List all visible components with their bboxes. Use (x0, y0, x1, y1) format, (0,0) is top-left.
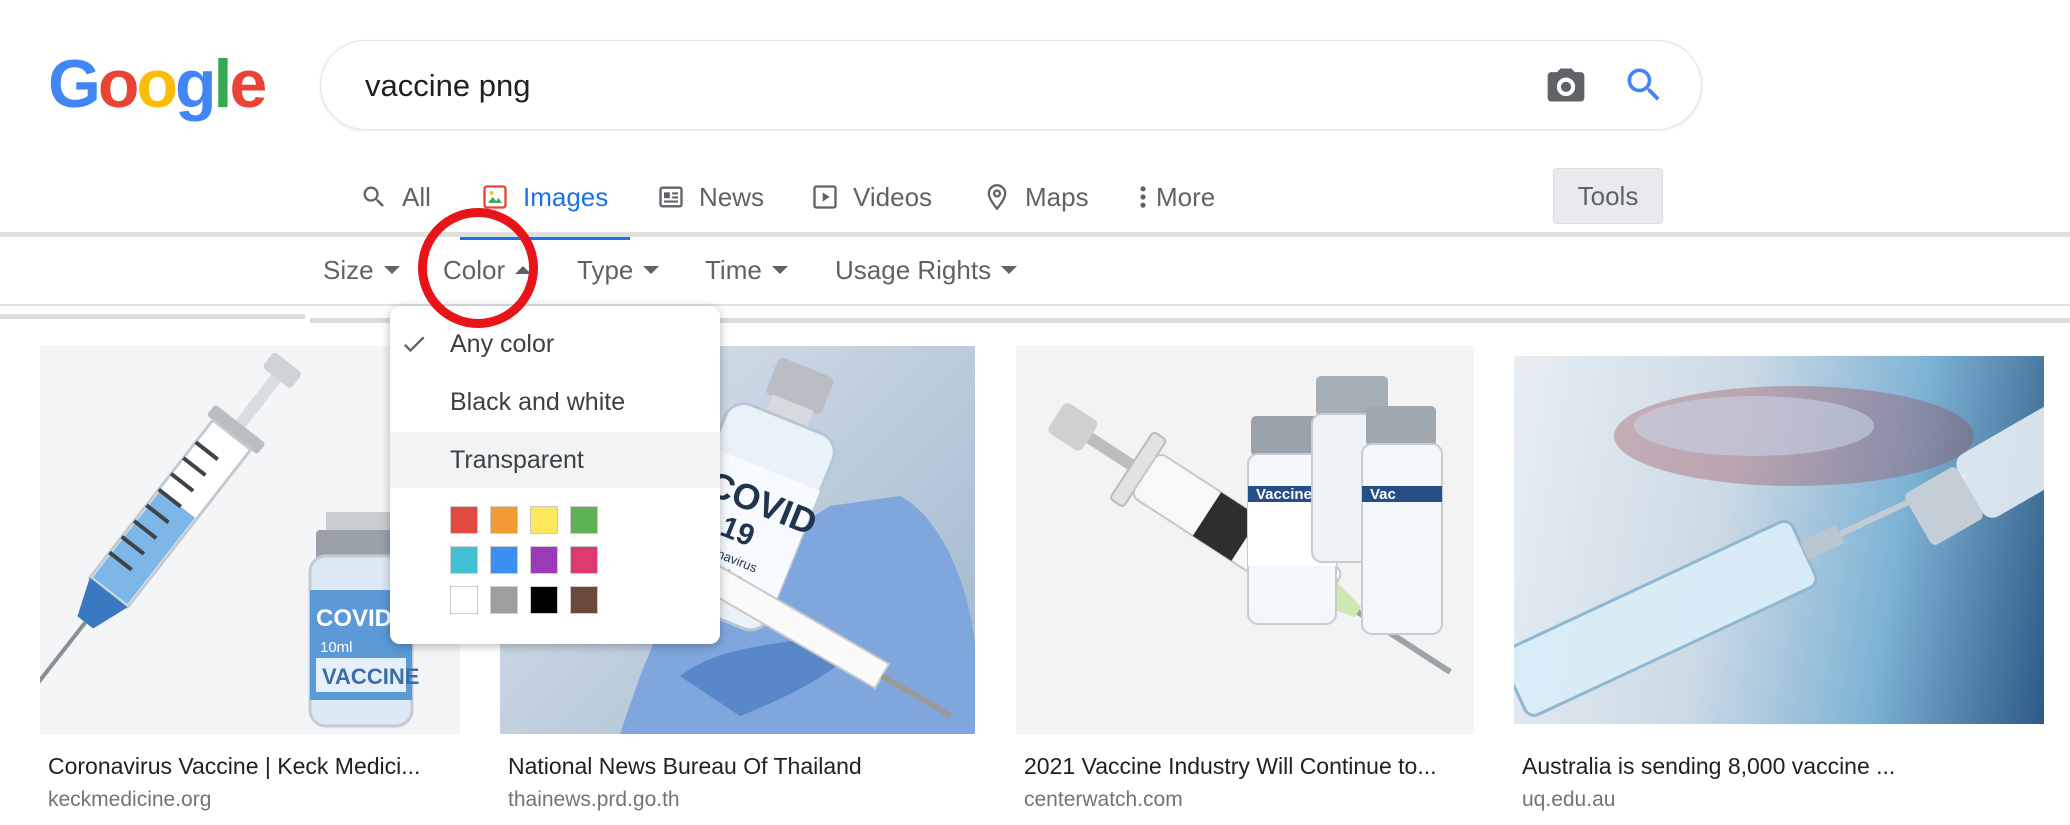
result-title[interactable]: National News Bureau Of Thailand (508, 753, 862, 780)
filter-usage-rights[interactable]: Usage Rights (835, 250, 1018, 290)
syringe-vials-photo: Vaccine Vac (1048, 376, 1452, 675)
option-label: Black and white (450, 387, 626, 416)
filter-label: Usage Rights (835, 254, 992, 285)
tab-label: News (699, 181, 765, 212)
result-source[interactable]: thainews.prd.go.th (508, 788, 680, 812)
logo-letter: G (48, 46, 101, 122)
tab-label: Maps (1025, 181, 1089, 212)
divider (720, 318, 2070, 323)
color-swatch[interactable] (570, 506, 598, 534)
color-dropdown-menu: Any color Black and white Transparent (390, 306, 720, 644)
result-title[interactable]: 2021 Vaccine Industry Will Continue to..… (1024, 753, 1437, 780)
tab-label: More (1156, 181, 1216, 212)
divider (0, 314, 305, 319)
tab-videos[interactable]: Videos (811, 175, 932, 219)
color-swatch[interactable] (530, 546, 558, 574)
tab-maps[interactable]: Maps (983, 175, 1089, 219)
color-swatch[interactable] (490, 546, 518, 574)
caret-down-icon (383, 266, 400, 274)
search-icon (363, 186, 384, 207)
color-swatch[interactable] (570, 586, 598, 614)
logo-letter: o (136, 46, 178, 122)
color-swatch[interactable] (570, 546, 598, 574)
map-pin-icon (987, 184, 1007, 211)
annotation-circle (418, 208, 538, 328)
divider (0, 232, 2070, 237)
logo-letter: o (97, 46, 140, 122)
search-icon[interactable] (1622, 63, 1666, 107)
color-option-any[interactable]: Any color (390, 316, 720, 372)
tab-news[interactable]: News (657, 175, 764, 219)
tab-label: Images (523, 181, 609, 212)
caret-down-icon (643, 266, 660, 274)
result-source[interactable]: uq.edu.au (1522, 788, 1615, 812)
filter-label: Type (577, 254, 634, 285)
filter-size[interactable]: Size (323, 250, 400, 290)
color-swatch[interactable] (450, 546, 478, 574)
logo-letter: e (229, 46, 267, 122)
vial-vaccine-label: VACCINE (322, 664, 419, 689)
color-swatch[interactable] (490, 586, 518, 614)
logo-letter: g (175, 46, 217, 122)
color-swatch[interactable] (450, 506, 478, 534)
vial-label-text-2: Vac (1370, 486, 1396, 503)
camera-icon[interactable] (1544, 63, 1588, 107)
play-icon (813, 185, 837, 209)
tab-label: All (402, 181, 431, 212)
filter-label: Size (323, 254, 374, 285)
filter-type[interactable]: Type (577, 250, 660, 290)
option-label: Any color (450, 329, 555, 358)
image-icon (483, 185, 507, 209)
color-swatch[interactable] (490, 506, 518, 534)
tab-label: Videos (853, 181, 933, 212)
check-icon (403, 336, 425, 353)
tab-more[interactable]: More (1138, 175, 1215, 219)
logo-letter: l (213, 46, 233, 122)
caret-down-icon (1001, 266, 1018, 274)
divider (0, 304, 2070, 306)
result-source[interactable]: keckmedicine.org (48, 788, 211, 812)
newspaper-icon (659, 186, 683, 208)
search-input[interactable] (363, 59, 1467, 113)
result-title[interactable]: Coronavirus Vaccine | Keck Medici... (48, 753, 420, 780)
more-vert-icon (1140, 186, 1146, 208)
color-swatch[interactable] (450, 586, 478, 614)
result-image-4[interactable] (1514, 356, 2044, 724)
filter-time[interactable]: Time (705, 250, 788, 290)
color-option-black-white[interactable]: Black and white (390, 374, 720, 430)
filter-label: Time (705, 254, 762, 285)
tab-all[interactable]: All (360, 175, 431, 219)
caret-down-icon (771, 266, 788, 274)
option-label: Transparent (450, 445, 584, 474)
result-image-3[interactable]: Vaccine Vac (1016, 346, 1474, 734)
result-title[interactable]: Australia is sending 8,000 vaccine ... (1522, 753, 1895, 780)
tools-button[interactable]: Tools (1553, 168, 1663, 224)
color-option-transparent[interactable]: Transparent (390, 432, 720, 488)
vial-ml-label: 10ml (320, 639, 353, 656)
vial-label-text: Vaccine (1256, 486, 1312, 503)
color-swatch[interactable] (530, 586, 558, 614)
result-source[interactable]: centerwatch.com (1024, 788, 1183, 812)
syringe-closeup-photo (1514, 386, 2044, 717)
search-box[interactable] (320, 40, 1702, 130)
google-logo[interactable]: Google (48, 46, 267, 122)
color-swatch[interactable] (530, 506, 558, 534)
